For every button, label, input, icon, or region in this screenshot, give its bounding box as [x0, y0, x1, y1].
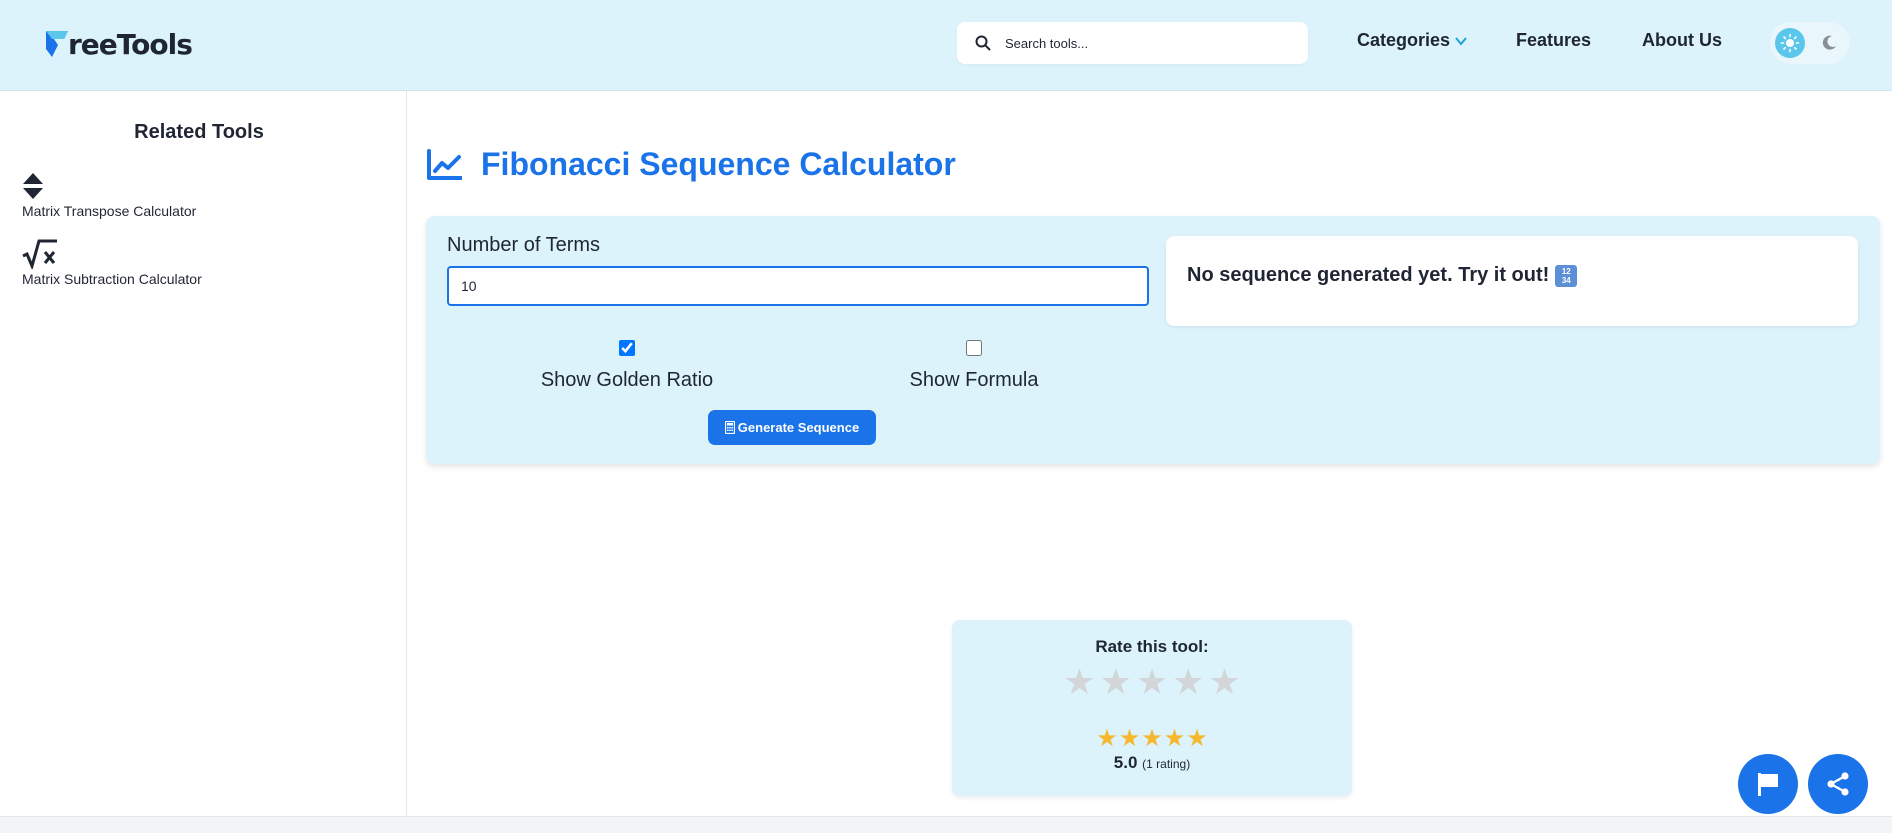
report-button[interactable]	[1738, 754, 1798, 814]
rating-star-filled: ★	[1141, 724, 1163, 752]
nav-features[interactable]: Features	[1516, 30, 1591, 51]
share-button[interactable]	[1808, 754, 1868, 814]
result-message: No sequence generated yet. Try it out!	[1187, 264, 1550, 286]
rating-star-input[interactable]: ★	[1100, 663, 1132, 703]
generate-sequence-button[interactable]: Generate Sequence	[708, 410, 876, 445]
result-message-row: No sequence generated yet. Try it out! 1…	[1187, 264, 1578, 287]
rating-score: 5.0	[1113, 753, 1138, 772]
formula-label[interactable]: Show Formula	[894, 369, 1054, 392]
rating-star-filled: ★	[1096, 724, 1118, 752]
golden-ratio-checkbox[interactable]	[619, 340, 635, 356]
golden-ratio-label[interactable]: Show Golden Ratio	[537, 369, 717, 392]
search-input[interactable]	[1003, 34, 1287, 52]
sun-icon[interactable]	[1775, 28, 1805, 58]
golden-ratio-option[interactable]: Show Golden Ratio	[537, 340, 717, 392]
related-tools-sidebar: Related Tools Matrix Transpose Calculato…	[0, 91, 407, 816]
rating-star-filled: ★	[1186, 724, 1208, 752]
nav-categories[interactable]: Categories	[1357, 30, 1468, 51]
moon-icon[interactable]	[1818, 32, 1840, 54]
input-numbers-digits-top: 12	[1561, 266, 1571, 276]
average-rating-stars: ★ ★ ★ ★ ★	[952, 725, 1352, 751]
nav-categories-label: Categories	[1357, 30, 1451, 50]
search-icon	[975, 35, 991, 51]
sidebar-item-label: Matrix Subtraction Calculator	[22, 271, 202, 287]
page-title: Fibonacci Sequence Calculator	[481, 146, 956, 182]
rating-star-input[interactable]: ★	[1063, 663, 1095, 703]
rating-star-input[interactable]: ★	[1208, 663, 1240, 703]
result-card: No sequence generated yet. Try it out! 1…	[1166, 236, 1858, 326]
sidebar-title: Related Tools	[134, 121, 264, 143]
terms-label: Number of Terms	[447, 234, 601, 256]
input-numbers-digits-bottom: 34	[1561, 275, 1571, 285]
sidebar-item-label: Matrix Transpose Calculator	[22, 203, 197, 219]
share-icon	[1827, 772, 1849, 796]
square-root-x-icon	[22, 239, 57, 269]
chevron-down-icon	[1455, 36, 1467, 46]
rating-score-row: 5.0 (1 rating)	[952, 753, 1352, 773]
sort-arrows-icon	[23, 173, 43, 199]
nav-about-us[interactable]: About Us	[1642, 30, 1722, 51]
sidebar-item-matrix-subtraction[interactable]: Matrix Subtraction Calculator	[22, 239, 202, 287]
formula-option[interactable]: Show Formula	[894, 340, 1054, 392]
formula-checkbox[interactable]	[966, 340, 982, 356]
search-box[interactable]	[957, 22, 1308, 64]
sidebar-item-matrix-transpose[interactable]: Matrix Transpose Calculator	[22, 171, 196, 219]
terms-input[interactable]	[447, 266, 1149, 306]
rating-input-stars[interactable]: ★ ★ ★ ★ ★	[952, 663, 1352, 703]
calculator-panel: Number of Terms Show Golden Ratio Show F…	[426, 216, 1880, 464]
calculator-icon	[724, 421, 735, 434]
flag-icon	[1758, 773, 1778, 796]
rate-title: Rate this tool:	[1095, 637, 1209, 656]
generate-sequence-label: Generate Sequence	[737, 420, 860, 435]
theme-toggle[interactable]	[1770, 22, 1850, 64]
rating-star-filled: ★	[1118, 724, 1141, 752]
rating-card: Rate this tool: ★ ★ ★ ★ ★ ★ ★ ★ ★ ★ 5.0 (1 ratin…	[952, 620, 1352, 796]
rating-star-input[interactable]: ★	[1172, 663, 1204, 703]
page-title-row: Fibonacci Sequence Calculator	[426, 146, 956, 183]
logo[interactable]: reeTools	[44, 26, 193, 62]
bottom-scroll-area	[0, 816, 1892, 833]
rating-count: (1 rating)	[1142, 757, 1191, 771]
rating-star-input[interactable]: ★	[1136, 663, 1168, 703]
rating-star-filled: ★	[1163, 724, 1186, 752]
logo-text: reeTools	[68, 27, 193, 61]
top-header: reeTools Categories Features About Us	[0, 0, 1892, 91]
chart-line-icon	[427, 148, 462, 180]
input-numbers-icon: 12 34	[1555, 264, 1578, 287]
logo-mark-icon	[46, 31, 68, 57]
